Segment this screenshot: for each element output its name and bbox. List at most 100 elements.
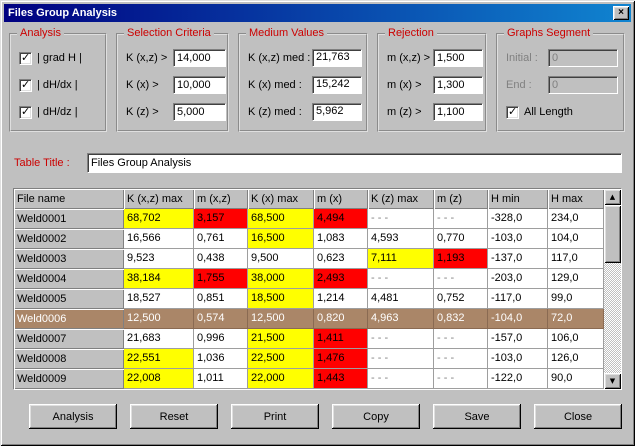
copy-button[interactable]: Copy — [332, 404, 420, 429]
checkbox-grad-h[interactable]: ✓ | grad H | — [19, 51, 82, 65]
data-cell: 22,008 — [124, 369, 194, 389]
files-table-grid: File nameK (x,z) maxm (x,z)K (x) maxm (x… — [14, 189, 604, 389]
k-xz-med-value: 21,763 — [312, 49, 362, 67]
table-row[interactable]: Weld00039,5230,4389,5000,6237,1111,193-1… — [14, 249, 604, 269]
check-icon: ✓ — [21, 78, 30, 91]
data-cell: 1,036 — [194, 349, 248, 369]
checkbox-label: | dH/dx | — [37, 79, 78, 91]
field-row: Initial : — [506, 49, 618, 67]
column-header: K (x,z) max — [124, 189, 194, 209]
data-cell: 99,0 — [548, 289, 604, 309]
table-row[interactable]: Weld000216,5660,76116,5001,0834,5930,770… — [14, 229, 604, 249]
data-cell: 21,500 — [248, 329, 314, 349]
checkbox-all-length[interactable]: ✓ All Length — [506, 105, 573, 119]
check-icon: ✓ — [21, 105, 30, 118]
table-row[interactable]: Weld000721,6830,99621,5001,411- - -- - -… — [14, 329, 604, 349]
checkbox-box: ✓ — [19, 79, 32, 92]
data-cell: 1,443 — [314, 369, 368, 389]
checkbox-dh-dx[interactable]: ✓ | dH/dx | — [19, 78, 78, 92]
window-title: Files Group Analysis — [8, 7, 117, 19]
data-cell: 106,0 — [548, 329, 604, 349]
field-row: End : — [506, 76, 618, 94]
data-cell: - - - — [434, 369, 488, 389]
data-cell: 0,752 — [434, 289, 488, 309]
k-xz-threshold-input[interactable] — [173, 49, 226, 67]
data-cell: 104,0 — [548, 229, 604, 249]
data-cell: 38,000 — [248, 269, 314, 289]
field-row: K (z) > — [126, 103, 226, 121]
save-button[interactable]: Save — [433, 404, 521, 429]
checkbox-box: ✓ — [19, 52, 32, 65]
scroll-up-button[interactable]: ▲ — [604, 189, 621, 205]
arrow-down-icon: ▼ — [610, 378, 615, 385]
field-label: K (x,z) med : — [248, 52, 312, 64]
data-cell: - - - — [368, 369, 434, 389]
table-row[interactable]: Weld000438,1841,75538,0002,493- - -- - -… — [14, 269, 604, 289]
data-cell: 1,476 — [314, 349, 368, 369]
table-header-row: File nameK (x,z) maxm (x,z)K (x) maxm (x… — [14, 189, 604, 209]
checkbox-label: | dH/dz | — [37, 106, 78, 118]
group-graphs-segment: Graphs Segment Initial : End : ✓ All Len… — [496, 33, 625, 132]
table-row[interactable]: Weld000922,0081,01122,0001,443- - -- - -… — [14, 369, 604, 389]
data-cell: -122,0 — [488, 369, 548, 389]
table-row[interactable]: Weld000168,7023,15768,5004,494- - -- - -… — [14, 209, 604, 229]
group-rejection: Rejection m (x,z) > m (x) > m (z) > — [377, 33, 487, 132]
data-cell: 18,527 — [124, 289, 194, 309]
column-header: H max — [548, 189, 604, 209]
field-row: K (x,z) med : 21,763 — [248, 49, 362, 67]
analysis-button[interactable]: Analysis — [29, 404, 117, 429]
data-cell: 18,500 — [248, 289, 314, 309]
data-cell: 3,157 — [194, 209, 248, 229]
data-cell: -103,0 — [488, 349, 548, 369]
segment-end-input — [548, 76, 618, 94]
print-button[interactable]: Print — [231, 404, 319, 429]
column-header: K (x) max — [248, 189, 314, 209]
data-cell: 22,500 — [248, 349, 314, 369]
data-cell: -157,0 — [488, 329, 548, 349]
data-cell: 1,755 — [194, 269, 248, 289]
file-name-cell: Weld0009 — [14, 369, 124, 389]
data-cell: 0,851 — [194, 289, 248, 309]
data-cell: 1,411 — [314, 329, 368, 349]
check-icon: ✓ — [21, 51, 30, 64]
m-xz-rejection-input[interactable] — [433, 49, 483, 67]
column-header: File name — [14, 189, 124, 209]
data-cell: 0,820 — [314, 309, 368, 329]
file-name-cell: Weld0004 — [14, 269, 124, 289]
field-label: K (x) med : — [248, 79, 312, 91]
data-cell: - - - — [368, 269, 434, 289]
m-z-rejection-input[interactable] — [433, 103, 483, 121]
data-cell: 38,184 — [124, 269, 194, 289]
reset-button[interactable]: Reset — [130, 404, 218, 429]
table-row[interactable]: Weld000612,5000,57412,5000,8204,9630,832… — [14, 309, 604, 329]
checkbox-dh-dz[interactable]: ✓ | dH/dz | — [19, 105, 78, 119]
title-bar[interactable]: Files Group Analysis × — [4, 4, 631, 22]
checkbox-label: All Length — [524, 106, 573, 118]
group-medium-values: Medium Values K (x,z) med : 21,763 K (x)… — [238, 33, 368, 132]
k-x-threshold-input[interactable] — [173, 76, 226, 94]
scroll-thumb[interactable] — [604, 205, 621, 263]
segment-initial-input — [548, 49, 618, 67]
close-button[interactable]: × — [613, 6, 629, 20]
field-label: K (x,z) > — [126, 52, 173, 64]
k-z-med-value: 5,962 — [312, 103, 362, 121]
data-cell: 2,493 — [314, 269, 368, 289]
data-cell: - - - — [434, 269, 488, 289]
data-cell: -104,0 — [488, 309, 548, 329]
file-name-cell: Weld0002 — [14, 229, 124, 249]
table-row[interactable]: Weld000518,5270,85118,5001,2144,4810,752… — [14, 289, 604, 309]
file-name-cell: Weld0001 — [14, 209, 124, 229]
m-x-rejection-input[interactable] — [433, 76, 483, 94]
scroll-down-button[interactable]: ▼ — [604, 373, 621, 389]
field-row: K (z) med : 5,962 — [248, 103, 362, 121]
column-header: m (x) — [314, 189, 368, 209]
table-title-input[interactable] — [87, 153, 622, 173]
close-dialog-button[interactable]: Close — [534, 404, 622, 429]
vertical-scrollbar[interactable]: ▲ ▼ — [604, 189, 621, 389]
table-row[interactable]: Weld000822,5511,03622,5001,476- - -- - -… — [14, 349, 604, 369]
field-label: m (x,z) > — [387, 52, 433, 64]
table-title-label: Table Title : — [14, 157, 70, 169]
data-cell: 16,500 — [248, 229, 314, 249]
k-z-threshold-input[interactable] — [173, 103, 226, 121]
check-icon: ✓ — [508, 105, 517, 118]
